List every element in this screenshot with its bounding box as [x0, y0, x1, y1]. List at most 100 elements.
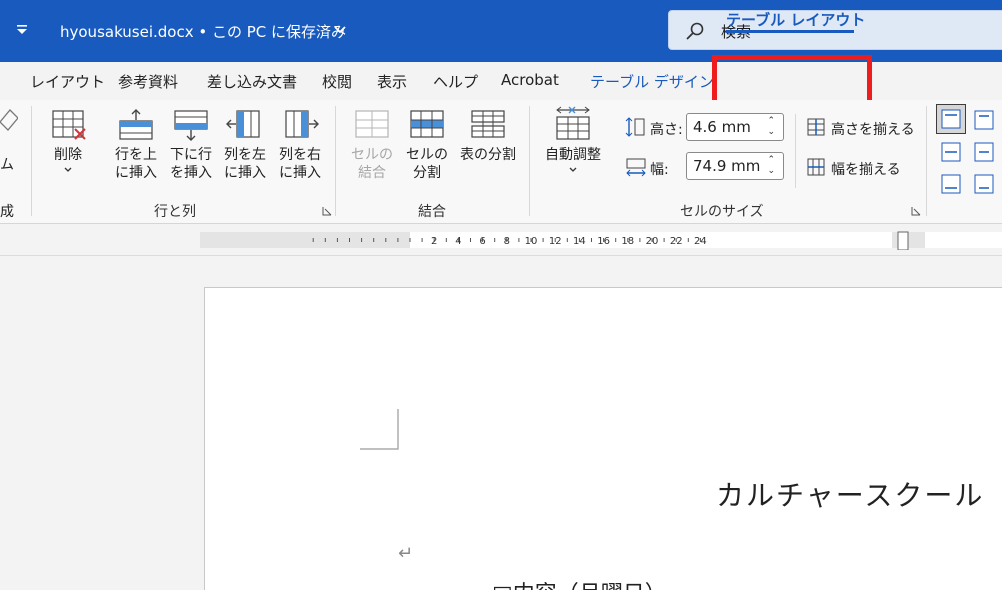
quick-access-dropdown-icon[interactable]	[16, 24, 28, 36]
insert-below-button[interactable]: 下に行 を挿入	[165, 108, 217, 182]
merge-cells-icon	[355, 110, 389, 138]
ruler-label: 14	[573, 236, 586, 247]
insert-above-label-1: 行を上	[115, 147, 157, 163]
align-bottom-left-icon[interactable]	[937, 170, 965, 198]
tab-acrobat[interactable]: Acrobat	[501, 71, 559, 89]
separator	[31, 106, 32, 216]
eraser-icon[interactable]	[0, 104, 18, 138]
chevron-down-icon[interactable]	[333, 25, 347, 35]
ruler-label: 2	[431, 236, 437, 247]
split-cells-icon	[410, 110, 444, 138]
height-label: 高さ:	[650, 122, 683, 138]
align-middle-left-icon[interactable]	[937, 138, 965, 166]
align-top-left-icon	[941, 109, 961, 129]
ruler-label: 16	[597, 236, 610, 247]
insert-below-label-2: を挿入	[170, 165, 212, 181]
insert-right-label-1: 列を右	[279, 147, 321, 163]
search-icon	[686, 22, 704, 40]
distribute-rows-icon	[807, 118, 825, 136]
autofit-button[interactable]: 自動調整	[539, 106, 607, 174]
insert-above-label-2: に挿入	[115, 165, 157, 181]
tab-view[interactable]: 表示	[377, 71, 407, 92]
separator	[795, 114, 796, 188]
insert-left-label-2: に挿入	[224, 165, 266, 181]
width-label: 幅:	[650, 162, 669, 178]
document-page[interactable]	[204, 287, 1002, 590]
ruler-area: 2 4 6 8 10 12 14 16 18 20 22 24	[0, 224, 1002, 256]
insert-right-button[interactable]: 列を右 に挿入	[274, 108, 326, 182]
document-title[interactable]: hyousakusei.docx • この PC に保存済み	[60, 21, 346, 42]
chevron-down-icon	[64, 167, 72, 172]
align-top-center-icon[interactable]	[970, 106, 998, 134]
ruler-label: 22	[670, 236, 683, 247]
ruler-label: 12	[549, 236, 562, 247]
tab-references[interactable]: 参考資料	[118, 71, 178, 92]
spinner-icon[interactable]: ⌃ ⌄	[767, 116, 775, 138]
paragraph-mark-icon: ↵	[398, 543, 414, 564]
insert-column-right-icon	[285, 110, 319, 138]
delete-button[interactable]: 削除	[42, 108, 94, 174]
autofit-label: 自動調整	[545, 147, 601, 163]
distribute-rows-button[interactable]: 高さを揃える	[831, 119, 915, 139]
partial-button-label: ム	[0, 157, 14, 173]
align-top-left-button[interactable]	[936, 104, 966, 134]
partial-group-label: 成	[0, 204, 14, 220]
split-cells-button[interactable]: セルの 分割	[401, 108, 453, 182]
group-label-rows-columns: 行と列	[154, 204, 196, 220]
split-cells-label-2: 分割	[413, 165, 441, 181]
tab-table-layout[interactable]: テーブル レイアウト	[726, 9, 865, 30]
ruler-label: 6	[479, 236, 485, 247]
row-height-value: 4.6 mm	[693, 118, 751, 136]
column-width-value: 74.9 mm	[693, 157, 761, 175]
insert-column-left-icon	[226, 110, 260, 138]
align-bottom-center-icon[interactable]	[970, 170, 998, 198]
ruler-label: 8	[504, 236, 510, 247]
ruler-label: 20	[646, 236, 659, 247]
group-label-merge: 結合	[418, 204, 446, 220]
tab-layout[interactable]: レイアウト	[30, 71, 105, 92]
active-tab-indicator	[726, 30, 854, 33]
insert-row-below-icon	[174, 110, 208, 141]
insert-below-label-1: 下に行	[170, 147, 212, 163]
tab-help[interactable]: ヘルプ	[433, 71, 478, 92]
merge-cells-label-1: セルの	[351, 147, 393, 163]
align-middle-center-icon[interactable]	[970, 138, 998, 166]
margin-corner-mark	[360, 409, 399, 450]
tab-table-design[interactable]: テーブル デザイン	[590, 71, 714, 92]
column-marker[interactable]	[897, 231, 909, 250]
column-width-input[interactable]: 74.9 mm ⌃ ⌄	[686, 152, 784, 180]
row-height-input[interactable]: 4.6 mm ⌃ ⌄	[686, 113, 784, 141]
separator	[926, 106, 927, 216]
tab-review[interactable]: 校閲	[322, 71, 352, 92]
insert-left-button[interactable]: 列を左 に挿入	[219, 108, 271, 182]
delete-table-icon	[52, 110, 86, 140]
tab-mailings[interactable]: 差し込み文書	[207, 71, 297, 92]
horizontal-ruler[interactable]: 2 4 6 8 10 12 14 16 18 20 22 24	[200, 230, 1002, 250]
insert-left-label-1: 列を左	[224, 147, 266, 163]
ribbon: ム 成 削除 行を上 に挿入 下に行 を挿入 列を左 に挿入 列を右 に挿入 行…	[0, 100, 1002, 224]
dialog-launcher-icon[interactable]	[322, 206, 332, 216]
ruler-label: 10	[525, 236, 538, 247]
ruler-label: 24	[694, 236, 707, 247]
distribute-columns-icon	[807, 158, 825, 176]
ruler-label: 4	[455, 236, 461, 247]
dialog-launcher-icon[interactable]	[911, 206, 921, 216]
delete-label: 削除	[54, 147, 82, 163]
insert-right-label-2: に挿入	[279, 165, 321, 181]
distribute-columns-button[interactable]: 幅を揃える	[831, 159, 901, 179]
spinner-icon[interactable]: ⌃ ⌄	[767, 155, 775, 177]
separator	[529, 106, 530, 216]
insert-row-above-icon	[119, 109, 153, 140]
merge-cells-label-2: 結合	[358, 165, 386, 181]
document-heading[interactable]: カルチャースクール	[716, 474, 984, 514]
insert-above-button[interactable]: 行を上 に挿入	[110, 108, 162, 182]
ruler-label: 18	[621, 236, 634, 247]
split-cells-label-1: セルの	[406, 147, 448, 163]
merge-cells-button[interactable]: セルの 結合	[346, 108, 398, 182]
split-table-button[interactable]: 表の分割	[455, 108, 521, 164]
document-line[interactable]: □内容（月曜日）	[492, 576, 667, 590]
group-label-cell-size: セルのサイズ	[680, 204, 764, 220]
row-height-icon	[625, 117, 645, 137]
column-width-icon	[626, 158, 646, 177]
autofit-icon	[556, 106, 590, 140]
